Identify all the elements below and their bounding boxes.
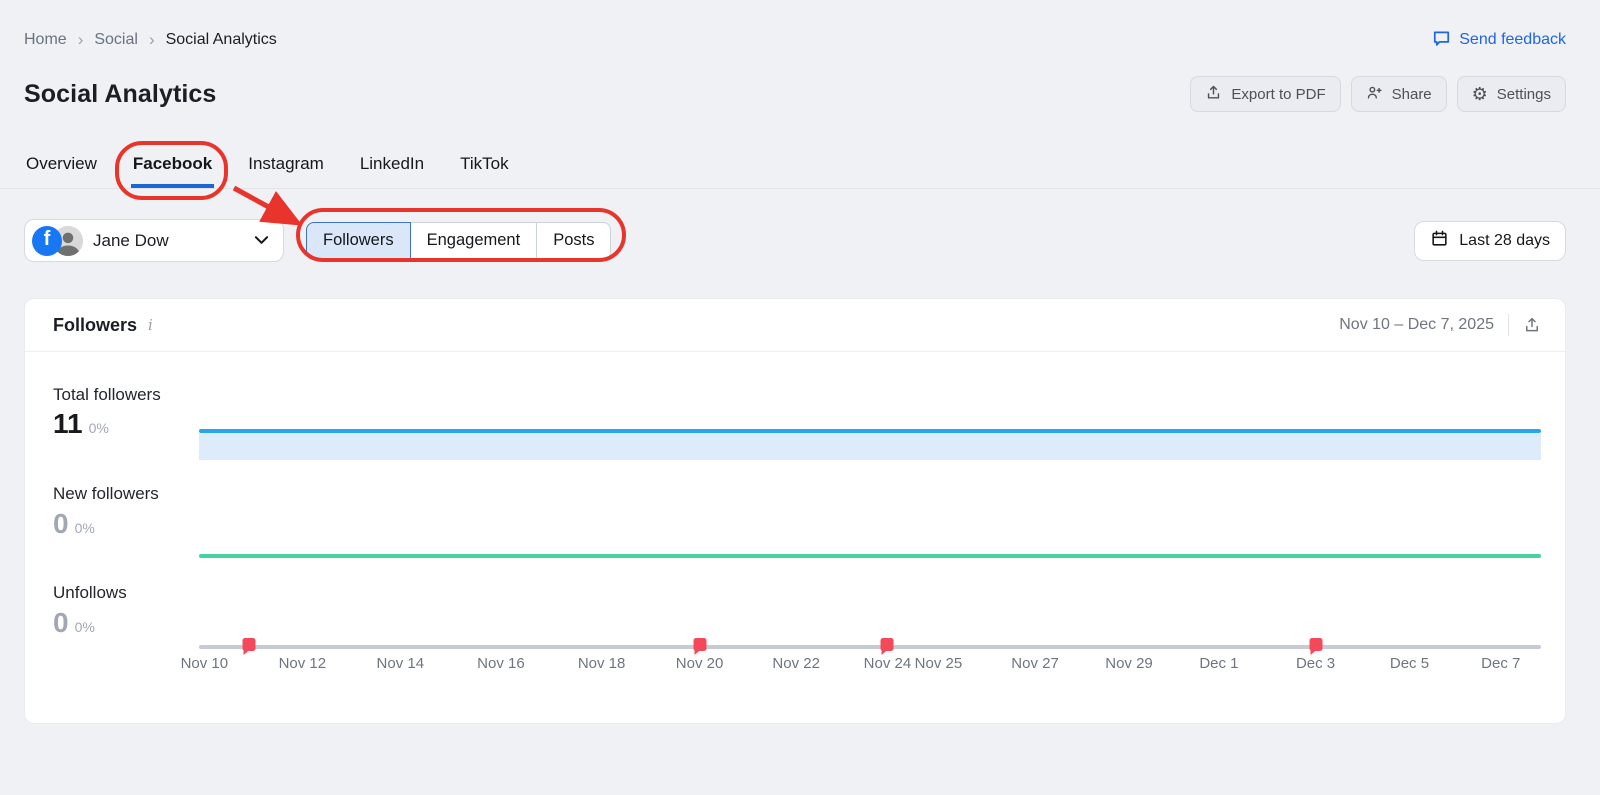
x-axis-tick: Nov 29 xyxy=(1105,655,1153,672)
post-flag-marker[interactable] xyxy=(880,638,894,655)
x-axis-tick: Nov 16 xyxy=(477,655,525,672)
info-icon[interactable]: i xyxy=(148,316,153,334)
export-pdf-button[interactable]: Export to PDF xyxy=(1190,76,1341,112)
x-axis-tick: Nov 14 xyxy=(376,655,425,672)
plot-area: Nov 10 Nov 12 Nov 14 Nov 16 Nov 18 Nov 2… xyxy=(181,352,1541,723)
metric-change: 0% xyxy=(88,420,109,436)
new-followers-line xyxy=(199,554,1541,558)
breadcrumb: Home › Social › Social Analytics xyxy=(24,31,277,50)
metric-change: 0% xyxy=(74,619,95,635)
x-axis-tick: Nov 22 xyxy=(772,655,820,672)
export-pdf-label: Export to PDF xyxy=(1231,85,1326,103)
tab-linkedin[interactable]: LinkedIn xyxy=(358,152,426,188)
profile-selector[interactable]: f Jane Dow xyxy=(24,219,284,262)
card-header-right: Nov 10 – Dec 7, 2025 xyxy=(1339,314,1541,336)
export-chart-icon[interactable] xyxy=(1523,316,1541,334)
segment-followers[interactable]: Followers xyxy=(306,221,411,260)
breadcrumb-current: Social Analytics xyxy=(165,31,277,48)
x-axis-tick: Dec 5 xyxy=(1389,655,1430,672)
x-axis-tick: Nov 24 xyxy=(863,655,912,672)
date-range-button[interactable]: Last 28 days xyxy=(1414,220,1566,261)
breadcrumb-home[interactable]: Home xyxy=(24,31,67,49)
metric-value-unfollows: 0 0% xyxy=(53,607,95,638)
social-analytics-page: Home › Social › Social Analytics Send fe… xyxy=(0,0,1600,795)
metric-change: 0% xyxy=(74,520,95,536)
followers-card-header: Followers i Nov 10 – Dec 7, 2025 xyxy=(25,299,1565,352)
profile-name: Jane Dow xyxy=(93,230,169,250)
settings-label: Settings xyxy=(1496,85,1551,103)
page-title: Social Analytics xyxy=(24,79,217,108)
metric-label-total-followers: Total followers xyxy=(53,385,161,404)
post-flag-marker[interactable] xyxy=(242,638,256,655)
unfollows-axis-line xyxy=(199,645,1541,649)
gear-icon: ⚙ xyxy=(1471,84,1488,104)
x-axis-tick: Nov 10 xyxy=(180,655,229,672)
followers-card: Followers i Nov 10 – Dec 7, 2025 Total f… xyxy=(24,298,1566,724)
post-flag-marker[interactable] xyxy=(693,638,707,655)
x-axis-tick: Nov 27 xyxy=(1011,655,1059,672)
x-axis-tick: Nov 20 xyxy=(675,655,724,672)
chat-bubble-icon xyxy=(1432,28,1451,52)
segment-engagement[interactable]: Engagement xyxy=(410,221,538,260)
controls-row: f Jane Dow Followers Engagement Posts La… xyxy=(0,189,1600,262)
card-date-range: Nov 10 – Dec 7, 2025 xyxy=(1339,316,1494,333)
header-actions: Export to PDF Share ⚙ Settings xyxy=(1190,76,1566,112)
x-axis-tick: Nov 12 xyxy=(278,655,327,672)
total-followers-line xyxy=(199,429,1541,433)
x-axis-tick: Nov 25 xyxy=(914,655,963,672)
chevron-down-icon xyxy=(254,232,269,250)
segment-posts[interactable]: Posts xyxy=(537,221,612,260)
facebook-logo-icon: f xyxy=(32,225,62,256)
metric-switcher: Followers Engagement Posts xyxy=(306,221,612,260)
metric-value-total-followers: 11 0% xyxy=(53,408,109,439)
share-button[interactable]: Share xyxy=(1350,76,1447,112)
x-axis-tick: Dec 3 xyxy=(1295,655,1336,672)
share-label: Share xyxy=(1391,85,1432,103)
tab-tiktok[interactable]: TikTok xyxy=(458,152,511,188)
person-plus-icon xyxy=(1366,84,1383,105)
followers-chart: Total followers 11 0% New followers 0 0% U… xyxy=(25,352,1565,723)
total-followers-area-fill xyxy=(199,433,1541,460)
breadcrumb-social[interactable]: Social xyxy=(94,31,138,49)
x-axis-tick: Dec 1 xyxy=(1199,655,1239,672)
send-feedback-label: Send feedback xyxy=(1459,31,1566,48)
settings-button[interactable]: ⚙ Settings xyxy=(1456,76,1566,112)
network-tabs: Overview Facebook Instagram LinkedIn Tik… xyxy=(24,152,1566,188)
metric-label-new-followers: New followers xyxy=(53,484,159,503)
post-flag-marker[interactable] xyxy=(1309,638,1323,655)
metric-label-unfollows: Unfollows xyxy=(53,583,127,602)
vertical-divider xyxy=(1508,314,1509,336)
metric-value-new-followers: 0 0% xyxy=(53,508,95,539)
card-title: Followers xyxy=(53,314,138,335)
tab-overview[interactable]: Overview xyxy=(24,152,99,188)
network-tabs-bar: Overview Facebook Instagram LinkedIn Tik… xyxy=(0,152,1600,189)
send-feedback-link[interactable]: Send feedback xyxy=(1432,28,1566,52)
x-axis-tick: Dec 7 xyxy=(1481,655,1521,672)
top-bar: Home › Social › Social Analytics Send fe… xyxy=(0,0,1600,52)
title-row: Social Analytics Export to PDF Share ⚙ S… xyxy=(0,52,1600,112)
upload-icon xyxy=(1205,84,1222,105)
x-axis-tick: Nov 18 xyxy=(577,655,626,672)
tab-facebook[interactable]: Facebook xyxy=(130,152,215,188)
chevron-right-icon: › xyxy=(148,29,155,49)
calendar-icon xyxy=(1430,229,1449,253)
chevron-right-icon: › xyxy=(77,29,84,49)
date-range-label: Last 28 days xyxy=(1459,231,1550,249)
tab-instagram[interactable]: Instagram xyxy=(246,152,326,188)
